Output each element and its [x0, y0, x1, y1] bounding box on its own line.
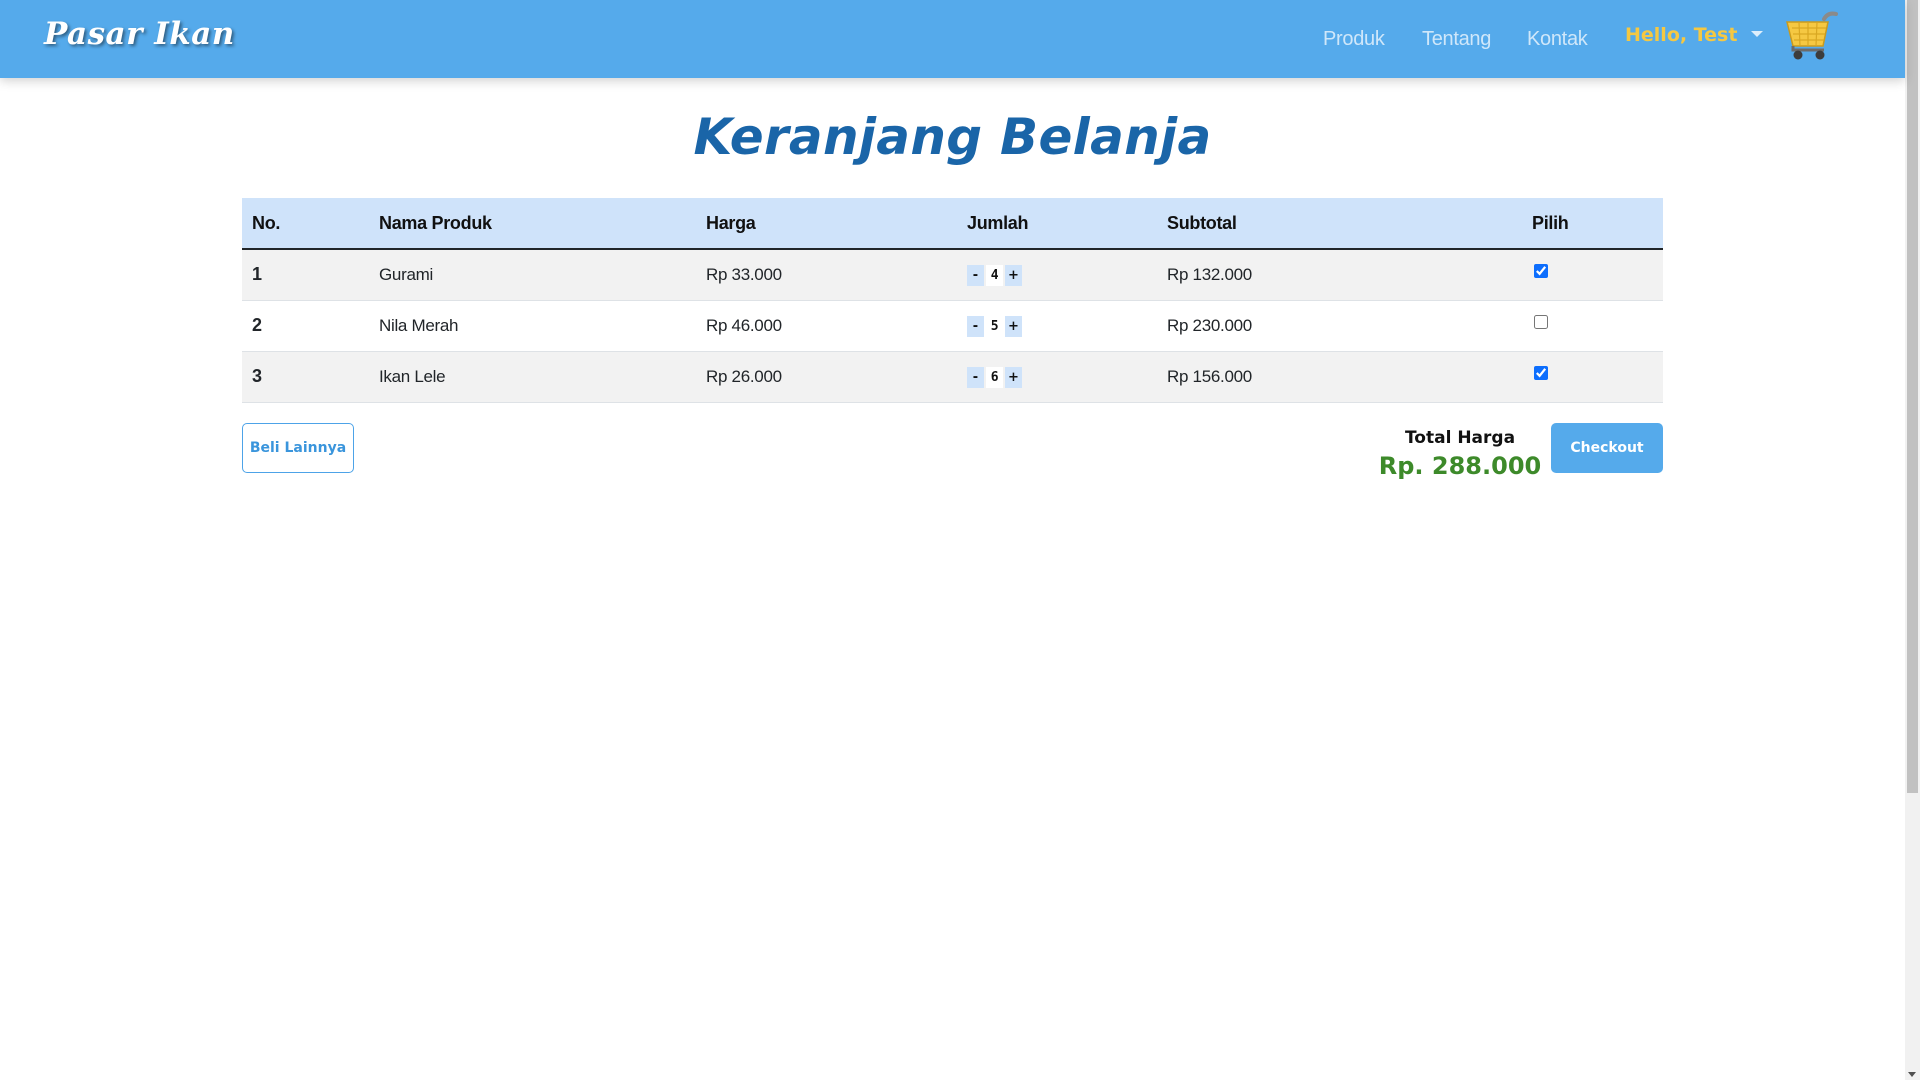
product-subtotal: Rp 132.000: [1157, 249, 1522, 301]
table-row: 2 Nila Merah Rp 46.000 - 5 + Rp 230.000: [242, 300, 1663, 352]
nav-link-produk[interactable]: Produk: [1323, 28, 1385, 51]
increase-button[interactable]: +: [1005, 315, 1022, 337]
vertical-scrollbar[interactable]: [1905, 0, 1920, 1080]
select-checkbox[interactable]: [1534, 315, 1548, 330]
decrease-button[interactable]: -: [967, 315, 984, 337]
header-harga: Harga: [696, 198, 957, 250]
product-price: Rp 33.000: [696, 249, 957, 301]
select-cell: [1522, 249, 1663, 301]
select-checkbox[interactable]: [1534, 366, 1548, 381]
product-price: Rp 46.000: [696, 300, 957, 352]
quantity-value: 5: [986, 315, 1003, 337]
row-number: 2: [242, 300, 369, 352]
header-no: No.: [242, 198, 369, 250]
decrease-button[interactable]: -: [967, 264, 984, 286]
user-greeting: Hello, Test: [1625, 24, 1738, 46]
select-cell: [1522, 300, 1663, 352]
buy-more-button[interactable]: Beli Lainnya: [242, 423, 354, 473]
increase-button[interactable]: +: [1005, 366, 1022, 388]
row-number: 3: [242, 351, 369, 403]
table-header-row: No. Nama Produk Harga Jumlah Subtotal Pi…: [242, 198, 1663, 250]
user-dropdown[interactable]: Hello, Test: [1625, 24, 1764, 46]
decrease-button[interactable]: -: [967, 366, 984, 388]
product-name: Gurami: [369, 249, 696, 301]
quantity-cell: - 4 +: [957, 249, 1157, 301]
brand-logo[interactable]: Pasar Ikan: [44, 16, 235, 52]
row-number: 1: [242, 249, 369, 301]
select-checkbox[interactable]: [1534, 264, 1548, 279]
header-nama-produk: Nama Produk: [369, 198, 696, 250]
select-cell: [1522, 351, 1663, 403]
nav-link-tentang[interactable]: Tentang: [1422, 28, 1491, 51]
table-row: 3 Ikan Lele Rp 26.000 - 6 + Rp 156.000: [242, 351, 1663, 403]
header-subtotal: Subtotal: [1157, 198, 1522, 250]
header-jumlah: Jumlah: [957, 198, 1157, 250]
checkout-button[interactable]: Checkout: [1551, 423, 1663, 473]
caret-down-icon: [1751, 31, 1764, 37]
scrollbar-thumb[interactable]: [1907, 0, 1918, 793]
scroll-down-arrow-icon[interactable]: [1908, 1072, 1916, 1077]
quantity-cell: - 5 +: [957, 300, 1157, 352]
product-price: Rp 26.000: [696, 351, 957, 403]
table-row: 1 Gurami Rp 33.000 - 4 + Rp 132.000: [242, 249, 1663, 301]
quantity-stepper: - 4 +: [967, 264, 1022, 286]
cart-table: No. Nama Produk Harga Jumlah Subtotal Pi…: [242, 198, 1663, 403]
page-title: Keranjang Belanja: [693, 108, 1212, 166]
quantity-value: 6: [986, 366, 1003, 388]
product-subtotal: Rp 156.000: [1157, 351, 1522, 403]
shopping-cart-icon[interactable]: [1784, 8, 1840, 62]
product-subtotal: Rp 230.000: [1157, 300, 1522, 352]
product-name: Ikan Lele: [369, 351, 696, 403]
product-name: Nila Merah: [369, 300, 696, 352]
total-label: Total Harga: [1404, 428, 1516, 448]
nav-link-kontak[interactable]: Kontak: [1527, 28, 1588, 51]
quantity-cell: - 6 +: [957, 351, 1157, 403]
increase-button[interactable]: +: [1005, 264, 1022, 286]
quantity-value: 4: [986, 264, 1003, 286]
header-pilih: Pilih: [1522, 198, 1663, 250]
quantity-stepper: - 5 +: [967, 315, 1022, 337]
quantity-stepper: - 6 +: [967, 366, 1022, 388]
total-value: Rp. 288.000: [1378, 452, 1542, 480]
navbar: Pasar Ikan Produk Tentang Kontak Hello, …: [0, 0, 1905, 78]
